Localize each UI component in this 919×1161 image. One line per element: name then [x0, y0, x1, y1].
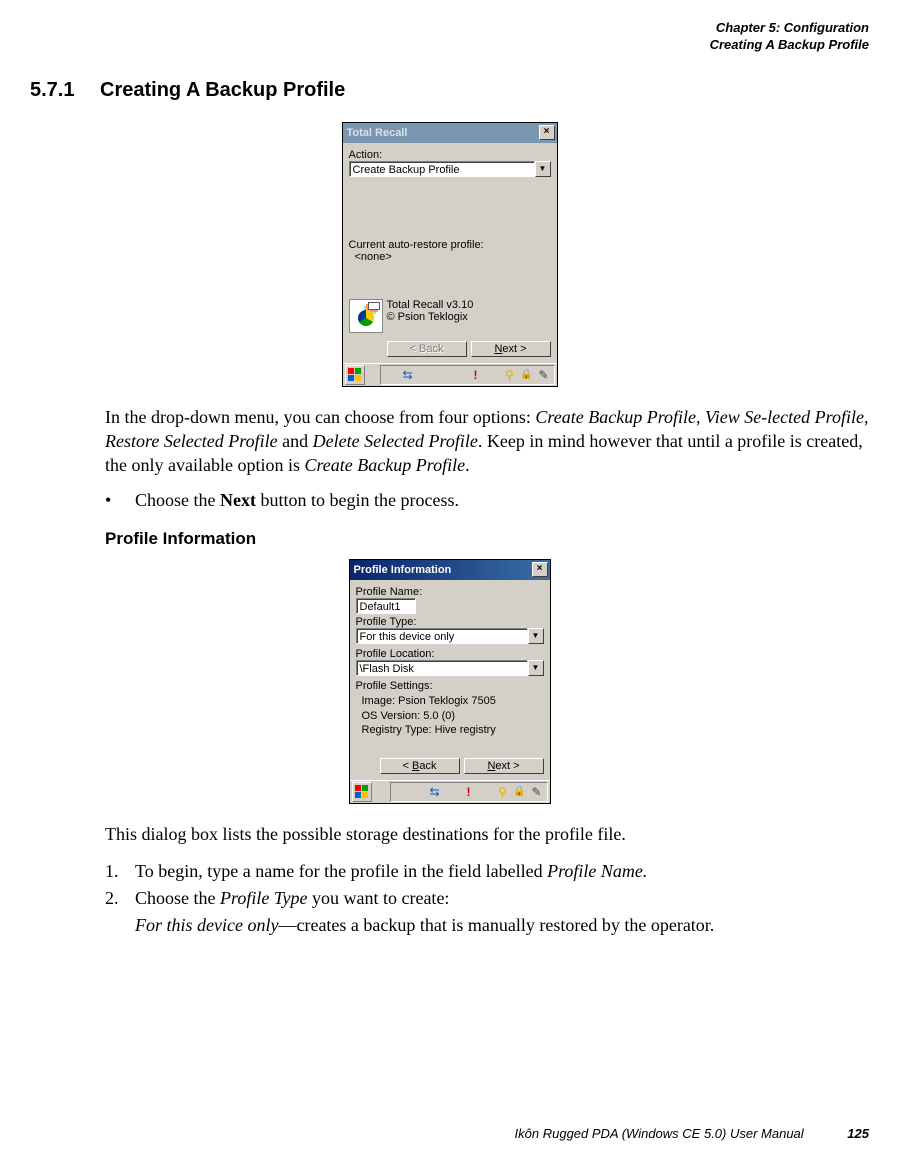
windows-flag-icon	[348, 368, 361, 381]
tray-icon[interactable]	[394, 785, 408, 799]
profile-location-value: \Flash Disk	[356, 660, 528, 676]
current-profile-label: Current auto-restore profile:	[349, 239, 551, 251]
profile-location-label: Profile Location:	[356, 648, 544, 660]
page-footer: Ikôn Rugged PDA (Windows CE 5.0) User Ma…	[30, 1126, 869, 1141]
taskbar[interactable]: ⇆ ! ⚲ 🔒 ✎	[343, 363, 557, 386]
profile-info-dialog: Profile Information × Profile Name: Defa…	[349, 559, 551, 804]
chevron-down-icon[interactable]: ▼	[535, 161, 551, 177]
tray-icon[interactable]: ⇆	[401, 368, 415, 382]
pen-icon[interactable]: ✎	[530, 785, 544, 799]
system-tray[interactable]: ⇆ ! ⚲ 🔒 ✎	[390, 782, 548, 802]
bulb-icon[interactable]: ⚲	[496, 785, 510, 799]
close-icon[interactable]: ×	[532, 562, 548, 577]
about-line2: © Psion Teklogix	[387, 311, 474, 323]
page-number: 125	[847, 1126, 869, 1141]
tray-icon[interactable]	[411, 785, 425, 799]
action-value: Create Backup Profile	[349, 161, 535, 177]
footer-book-title: Ikôn Rugged PDA (Windows CE 5.0) User Ma…	[515, 1126, 804, 1141]
pen-icon[interactable]: ✎	[537, 368, 551, 382]
page-header: Chapter 5: Configuration Creating A Back…	[30, 20, 869, 54]
section-title-text: Creating A Backup Profile	[100, 79, 345, 101]
windows-flag-icon	[355, 785, 368, 798]
profile-settings-label: Profile Settings:	[356, 680, 544, 692]
titlebar[interactable]: Profile Information ×	[350, 560, 550, 580]
header-section: Creating A Backup Profile	[30, 37, 869, 54]
tray-icon[interactable]	[445, 785, 459, 799]
chevron-down-icon[interactable]: ▼	[528, 628, 544, 644]
system-tray[interactable]: ⇆ ! ⚲ 🔒 ✎	[380, 365, 555, 385]
start-button[interactable]	[352, 782, 372, 802]
action-label: Action:	[349, 149, 551, 161]
back-button: < Back	[387, 341, 467, 357]
ordered-list: 1. To begin, type a name for the profile…	[105, 858, 869, 939]
section-heading: 5.7.1Creating A Backup Profile	[30, 79, 869, 102]
tray-icon[interactable]	[435, 368, 449, 382]
tray-icon[interactable]	[418, 368, 432, 382]
current-profile-value: <none>	[349, 251, 551, 263]
about-line1: Total Recall v3.10	[387, 299, 474, 311]
taskbar[interactable]: ⇆ ! ⚲ 🔒 ✎	[350, 780, 550, 803]
total-recall-icon	[349, 299, 383, 333]
lock-icon[interactable]: 🔒	[513, 785, 527, 799]
alert-icon[interactable]: !	[469, 368, 483, 382]
profile-name-input[interactable]: Default1	[356, 598, 416, 614]
profile-type-value: For this device only	[356, 628, 528, 644]
window-title: Profile Information	[354, 564, 452, 576]
profile-name-label: Profile Name:	[356, 586, 544, 598]
section-number: 5.7.1	[30, 79, 100, 102]
subheading: Profile Information	[105, 529, 869, 549]
lock-icon[interactable]: 🔒	[520, 368, 534, 382]
back-button[interactable]: < Back	[380, 758, 460, 774]
chevron-down-icon[interactable]: ▼	[528, 660, 544, 676]
profile-settings: Image: Psion Teklogix 7505 OS Version: 5…	[356, 694, 544, 739]
start-button[interactable]	[345, 365, 365, 385]
bulb-icon[interactable]: ⚲	[503, 368, 517, 382]
profile-type-combo[interactable]: For this device only ▼	[356, 628, 544, 644]
tray-icon[interactable]	[486, 368, 500, 382]
titlebar[interactable]: Total Recall ×	[343, 123, 557, 143]
profile-type-label: Profile Type:	[356, 616, 544, 628]
paragraph-2: This dialog box lists the possible stora…	[105, 822, 869, 846]
close-icon[interactable]: ×	[539, 125, 555, 140]
total-recall-dialog: Total Recall × Action: Create Backup Pro…	[342, 122, 558, 387]
alert-icon[interactable]: !	[462, 785, 476, 799]
paragraph-1: In the drop-down menu, you can choose fr…	[105, 405, 869, 478]
tray-icon[interactable]: ⇆	[428, 785, 442, 799]
window-title: Total Recall	[347, 127, 408, 139]
tray-icon[interactable]	[479, 785, 493, 799]
header-chapter: Chapter 5: Configuration	[30, 20, 869, 37]
about-row: Total Recall v3.10 © Psion Teklogix	[349, 299, 551, 333]
next-button[interactable]: Next >	[464, 758, 544, 774]
bullet-item: •Choose the Next button to begin the pro…	[105, 490, 869, 511]
tray-icon[interactable]	[384, 368, 398, 382]
next-button[interactable]: Next >	[471, 341, 551, 357]
profile-location-combo[interactable]: \Flash Disk ▼	[356, 660, 544, 676]
action-combo[interactable]: Create Backup Profile ▼	[349, 161, 551, 177]
tray-icon[interactable]	[452, 368, 466, 382]
